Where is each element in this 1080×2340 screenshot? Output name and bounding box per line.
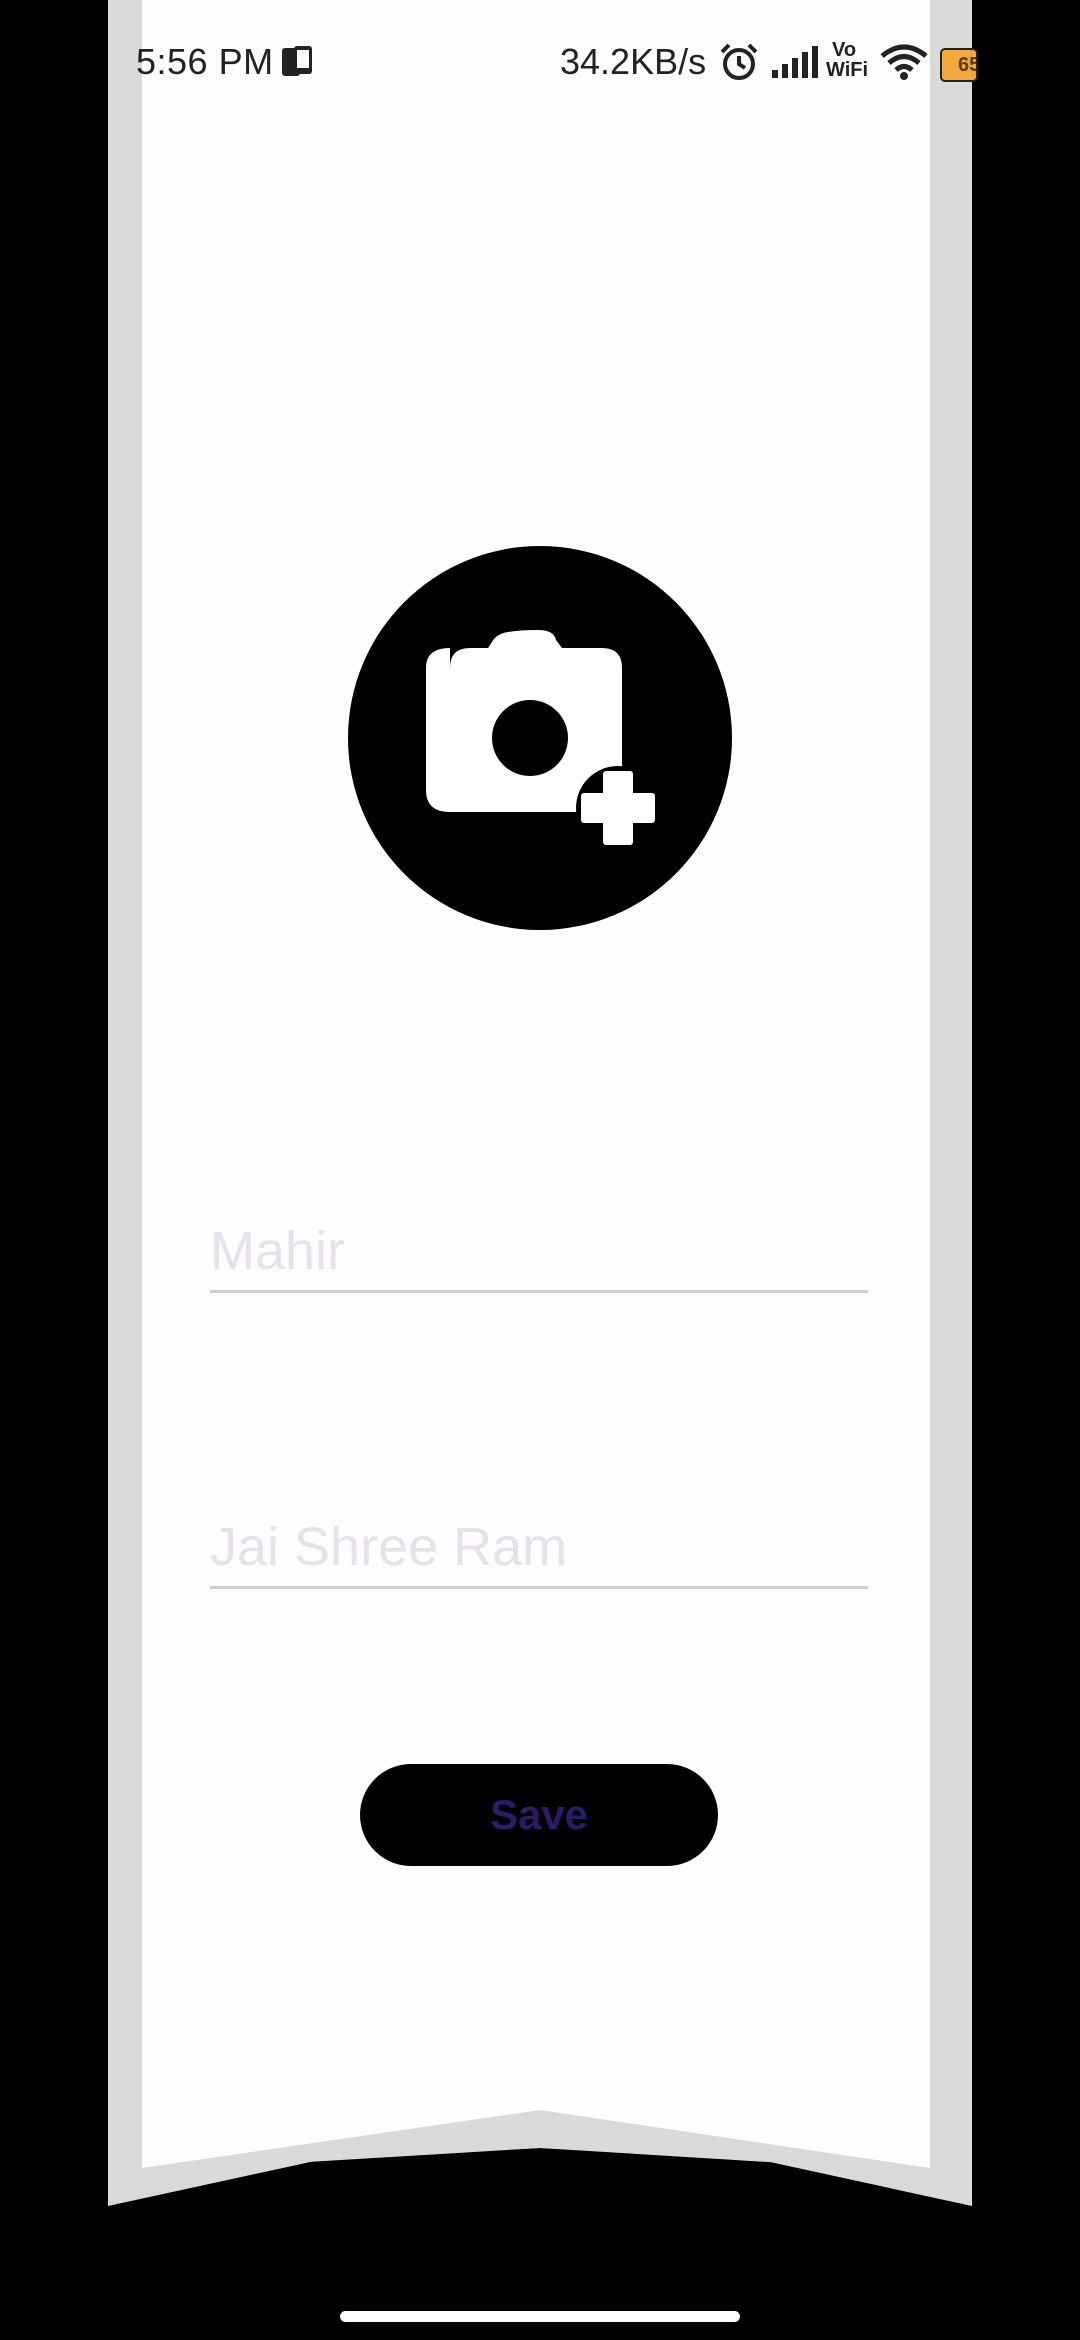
save-button[interactable]: Save (360, 1764, 718, 1866)
battery-level: 65 (958, 54, 976, 76)
network-speed: 34.2KB/s (560, 41, 707, 82)
signal-strength-icon (772, 46, 818, 78)
about-field[interactable] (210, 1504, 868, 1589)
about-input[interactable] (210, 1516, 868, 1578)
phone-sync-icon (282, 46, 312, 76)
vowifi-top: Vo (832, 39, 857, 61)
wifi-icon (880, 44, 928, 80)
name-field[interactable] (210, 1208, 868, 1293)
home-indicator[interactable] (340, 2311, 740, 2322)
name-input[interactable] (210, 1220, 868, 1282)
status-time: 5:56 PM (136, 41, 274, 82)
screen: 5:56 PM 34.2KB/s Vo WiFi 65 (0, 0, 1080, 2340)
battery-icon: 65 (940, 48, 978, 82)
add-photo-camera-icon (426, 630, 660, 850)
alarm-icon (720, 43, 758, 80)
profile-photo-picker[interactable] (348, 546, 732, 930)
vowifi-icon: Vo WiFi (826, 40, 872, 86)
vowifi-bottom: WiFi (826, 59, 869, 81)
ribbon-card (108, 0, 972, 2206)
